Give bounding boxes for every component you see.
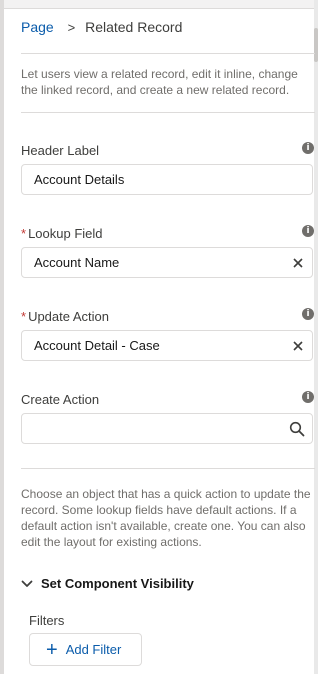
property-panel: Page > Related Record Let users view a r…: [4, 9, 315, 674]
scrollbar-track[interactable]: [314, 0, 318, 674]
close-icon[interactable]: [291, 256, 305, 270]
create-action-label: Create Action: [21, 392, 99, 407]
scrollbar-thumb[interactable]: [314, 28, 318, 62]
breadcrumb-page-link[interactable]: Page: [21, 19, 54, 35]
update-action-text: Update Action: [28, 309, 110, 324]
info-icon[interactable]: i: [302, 391, 314, 403]
breadcrumb-separator: >: [67, 20, 76, 35]
breadcrumb: Page > Related Record: [21, 19, 182, 35]
info-icon[interactable]: i: [302, 225, 314, 237]
header-label-value: Account Details: [34, 172, 125, 187]
required-marker: *: [21, 226, 27, 241]
close-icon[interactable]: [291, 339, 305, 353]
update-action-combobox[interactable]: Account Detail - Case: [21, 330, 313, 361]
create-action-text: Create Action: [21, 392, 100, 407]
search-icon[interactable]: [289, 421, 305, 437]
breadcrumb-current: Related Record: [85, 19, 183, 35]
set-component-visibility-toggle[interactable]: Set Component Visibility: [21, 576, 194, 591]
header-label-input[interactable]: Account Details: [21, 164, 313, 195]
component-description: Let users view a related record, edit it…: [21, 67, 298, 97]
filters-label: Filters: [29, 613, 65, 628]
update-action-label: * Update Action: [21, 309, 109, 324]
lookup-field-value: Account Name: [34, 255, 120, 270]
divider: [21, 112, 315, 113]
update-action-value: Account Detail - Case: [34, 338, 160, 353]
required-marker: *: [21, 309, 27, 324]
lookup-field-combobox[interactable]: Account Name: [21, 247, 313, 278]
help-text: Choose an object that has a quick action…: [21, 487, 311, 549]
lookup-field-text: Lookup Field: [28, 226, 103, 241]
add-filter-label: Add Filter: [65, 642, 122, 657]
chevron-down-icon: [21, 580, 33, 587]
top-strip: [4, 0, 314, 9]
plus-icon: +: [46, 639, 58, 661]
lookup-field-label: * Lookup Field: [21, 226, 103, 241]
header-label-text: Header Label: [21, 143, 100, 158]
info-icon[interactable]: i: [302, 308, 314, 320]
create-action-combobox[interactable]: [21, 413, 313, 444]
divider: [21, 53, 315, 54]
divider: [21, 468, 315, 469]
add-filter-button[interactable]: + Add Filter: [29, 633, 142, 666]
header-label-label: Header Label: [21, 143, 99, 158]
section-label: Set Component Visibility: [41, 576, 194, 591]
info-icon[interactable]: i: [302, 142, 314, 154]
